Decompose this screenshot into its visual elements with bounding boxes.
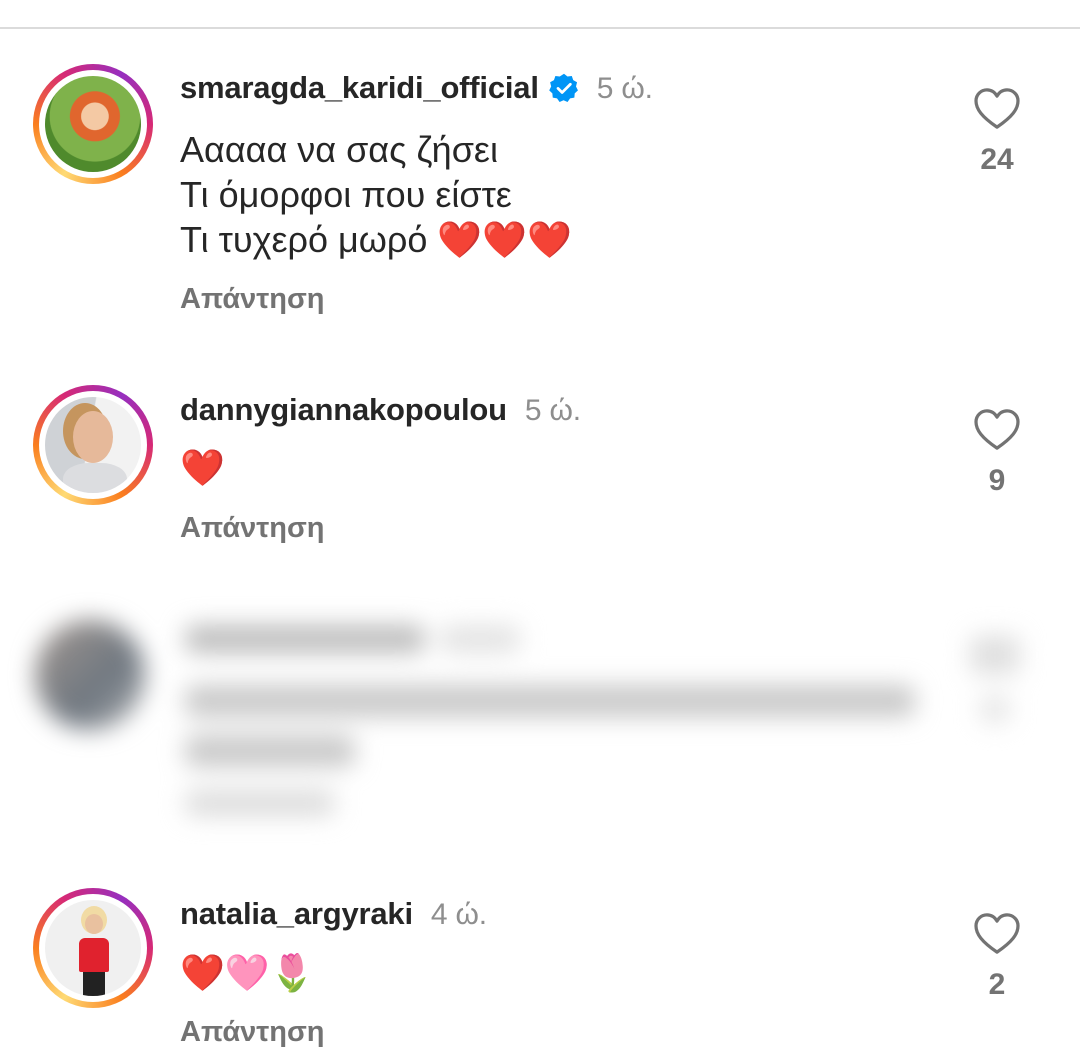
comment-time: 5 ώ. bbox=[524, 394, 581, 427]
comment-text: ❤️🩷🌷 bbox=[180, 952, 315, 993]
like-count: 24 bbox=[980, 143, 1014, 176]
top-divider bbox=[0, 27, 1080, 29]
comment-username[interactable]: dannygiannakopoulou bbox=[180, 392, 507, 427]
comment-text: Ααααα να σας ζήσει Τι όμορφοι που είστε … bbox=[180, 129, 572, 260]
comment-username[interactable]: smaragda_karidi_official bbox=[180, 70, 539, 105]
comment-time: 5 ώ. bbox=[596, 72, 653, 105]
avatar-photo bbox=[45, 900, 141, 996]
avatar-photo bbox=[45, 76, 141, 172]
avatar[interactable] bbox=[33, 385, 153, 505]
avatar[interactable] bbox=[33, 888, 153, 1008]
heart-outline-icon[interactable] bbox=[974, 913, 1020, 955]
avatar[interactable] bbox=[33, 64, 153, 184]
heart-outline-icon[interactable] bbox=[974, 88, 1020, 130]
blurred-comment bbox=[30, 600, 1050, 830]
reply-button[interactable]: Απάντηση bbox=[180, 283, 325, 316]
like-count: 9 bbox=[988, 464, 1006, 497]
comment-text: ❤️ bbox=[180, 447, 225, 488]
heart-outline-icon[interactable] bbox=[974, 409, 1020, 451]
comment-time: 4 ώ. bbox=[430, 898, 487, 931]
verified-badge-icon bbox=[548, 73, 578, 102]
reply-button[interactable]: Απάντηση bbox=[180, 512, 325, 545]
reply-button[interactable]: Απάντηση bbox=[180, 1016, 325, 1049]
avatar-photo bbox=[45, 397, 141, 493]
comment-username[interactable]: natalia_argyraki bbox=[180, 896, 413, 931]
like-count: 2 bbox=[988, 968, 1006, 1001]
